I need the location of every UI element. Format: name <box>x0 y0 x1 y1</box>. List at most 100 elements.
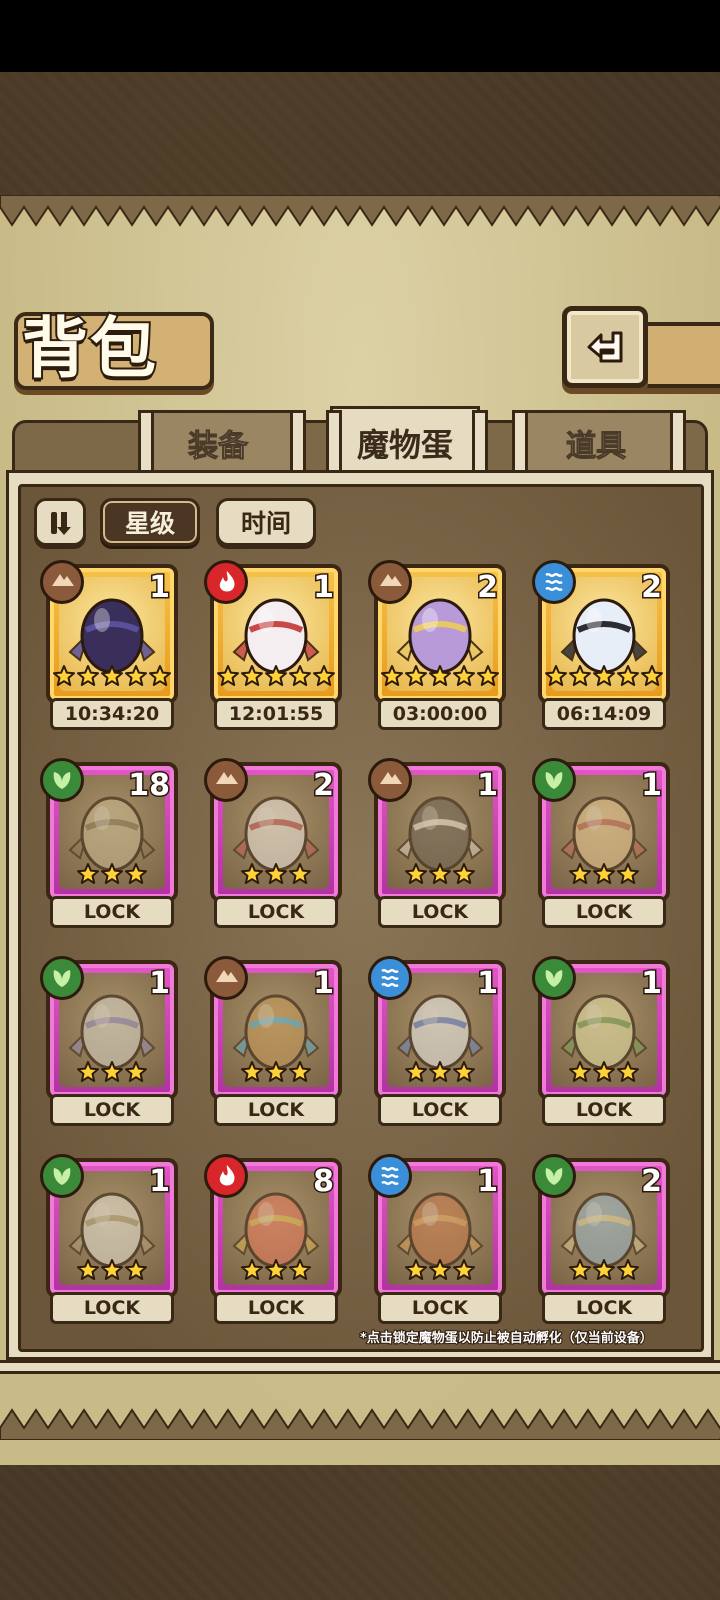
egg-lock-label[interactable]: LOCK <box>542 1094 666 1126</box>
star-icon <box>265 1061 287 1082</box>
egg-count: 1 <box>312 569 336 607</box>
egg-card[interactable]: 1 LOCK <box>368 956 506 1132</box>
egg-card[interactable]: 1 LOCK <box>368 1154 506 1330</box>
star-rating <box>50 1256 174 1288</box>
earth-element-icon <box>204 758 248 802</box>
star-rating <box>50 662 174 694</box>
egg-card[interactable]: 1 LOCK <box>40 956 178 1132</box>
egg-lock-label[interactable]: LOCK <box>214 896 338 928</box>
star-icon <box>617 863 639 884</box>
back-button[interactable] <box>562 306 648 388</box>
star-rating <box>542 1058 666 1090</box>
star-icon <box>593 863 615 884</box>
egg-count: 1 <box>312 965 336 1003</box>
star-icon <box>241 1259 263 1280</box>
star-icon <box>101 665 123 686</box>
egg-lock-label[interactable]: LOCK <box>378 1292 502 1324</box>
star-rating <box>542 662 666 694</box>
egg-lock-label[interactable]: LOCK <box>542 896 666 928</box>
star-rating <box>50 860 174 892</box>
star-rating <box>542 860 666 892</box>
egg-card[interactable]: 2 LOCK <box>204 758 342 934</box>
star-icon <box>405 863 427 884</box>
star-icon <box>125 1259 147 1280</box>
tab-items[interactable]: 道具 <box>514 410 678 476</box>
star-icon <box>125 863 147 884</box>
star-icon <box>53 665 75 686</box>
page-title: 背包 <box>20 307 158 389</box>
egg-card[interactable]: 1 LOCK <box>532 956 670 1132</box>
water-element-icon <box>532 560 576 604</box>
sort-by-star-button[interactable]: 星级 <box>100 498 200 546</box>
egg-count: 18 <box>127 767 172 805</box>
zigzag-border-top <box>0 195 720 227</box>
star-rating <box>50 1058 174 1090</box>
egg-count: 2 <box>640 569 664 607</box>
egg-card[interactable]: 18 LOCK <box>40 758 178 934</box>
egg-lock-label[interactable]: LOCK <box>542 1292 666 1324</box>
egg-lock-label[interactable]: LOCK <box>378 1094 502 1126</box>
egg-count: 1 <box>148 1163 172 1201</box>
egg-card[interactable]: 1 LOCK <box>204 956 342 1132</box>
tab-monster-eggs[interactable]: 魔物蛋 <box>330 406 480 480</box>
egg-card[interactable]: 8 LOCK <box>204 1154 342 1330</box>
egg-card[interactable]: 1 LOCK <box>40 1154 178 1330</box>
egg-card[interactable]: 1 12:01:55 <box>204 560 342 736</box>
star-icon <box>289 1259 311 1280</box>
egg-card[interactable]: 2 03:00:00 <box>368 560 506 736</box>
egg-card[interactable]: 1 10:34:20 <box>40 560 178 736</box>
sort-order-button[interactable] <box>34 498 86 546</box>
lock-hint-note: *点击锁定魔物蛋以防止被自动孵化（仅当前设备） <box>359 1330 654 1347</box>
leaf-element-icon <box>532 758 576 802</box>
star-icon <box>313 665 335 686</box>
star-icon <box>101 1259 123 1280</box>
star-icon <box>405 665 427 686</box>
star-icon <box>101 863 123 884</box>
star-icon <box>429 1061 451 1082</box>
star-icon <box>289 1061 311 1082</box>
fire-element-icon <box>204 560 248 604</box>
egg-count: 1 <box>148 569 172 607</box>
star-icon <box>265 863 287 884</box>
star-icon <box>241 665 263 686</box>
star-icon <box>381 665 403 686</box>
star-icon <box>405 1259 427 1280</box>
star-icon <box>453 1061 475 1082</box>
egg-lock-label[interactable]: LOCK <box>50 1292 174 1324</box>
star-icon <box>241 1061 263 1082</box>
star-icon <box>265 665 287 686</box>
star-icon <box>405 1061 427 1082</box>
egg-card[interactable]: 1 LOCK <box>532 758 670 934</box>
earth-element-icon <box>40 560 84 604</box>
egg-lock-label[interactable]: LOCK <box>50 1094 174 1126</box>
water-element-icon <box>368 956 412 1000</box>
tab-label: 道具 <box>566 429 627 465</box>
tab-equipment[interactable]: 装备 <box>138 410 298 476</box>
star-rating <box>378 860 502 892</box>
star-icon <box>453 665 475 686</box>
egg-lock-label[interactable]: LOCK <box>214 1094 338 1126</box>
panel-bottom-border <box>0 1360 720 1374</box>
star-icon <box>617 1259 639 1280</box>
star-icon <box>617 1061 639 1082</box>
sort-order-icon <box>51 512 71 535</box>
egg-lock-label[interactable]: LOCK <box>378 896 502 928</box>
star-rating <box>214 662 338 694</box>
egg-count: 1 <box>476 1163 500 1201</box>
water-element-icon <box>368 1154 412 1198</box>
star-icon <box>289 665 311 686</box>
earth-element-icon <box>368 758 412 802</box>
star-icon <box>125 1061 147 1082</box>
egg-card[interactable]: 2 06:14:09 <box>532 560 670 736</box>
egg-count: 2 <box>476 569 500 607</box>
egg-card[interactable]: 1 LOCK <box>368 758 506 934</box>
star-icon <box>429 863 451 884</box>
egg-lock-label[interactable]: LOCK <box>50 896 174 928</box>
star-icon <box>101 1061 123 1082</box>
star-icon <box>545 665 567 686</box>
egg-lock-label[interactable]: LOCK <box>214 1292 338 1324</box>
sort-by-time-button[interactable]: 时间 <box>216 498 316 546</box>
star-icon <box>77 1061 99 1082</box>
egg-card[interactable]: 2 LOCK <box>532 1154 670 1330</box>
return-arrow-icon <box>587 331 623 363</box>
